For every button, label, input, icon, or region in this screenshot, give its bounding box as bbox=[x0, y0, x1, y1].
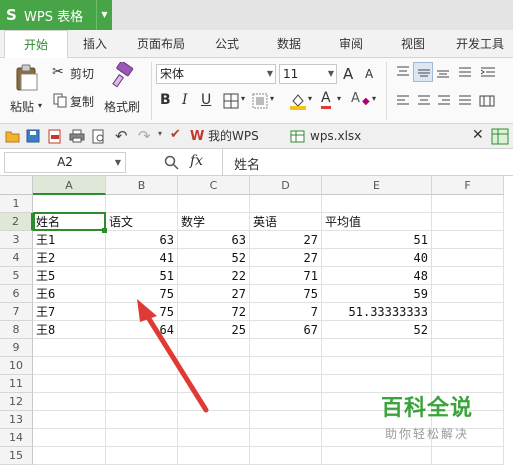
wps-spreadsheet-window: S WPS 表格 ▼ 开始 插入 页面布局 公式 数据 审阅 视图 开发工具 粘… bbox=[0, 0, 513, 465]
watermark: 百科全说 助你轻松解决 bbox=[372, 390, 482, 441]
watermark-subtitle: 助你轻松解决 bbox=[384, 427, 469, 441]
watermark-title: 百科全说 bbox=[380, 396, 473, 421]
